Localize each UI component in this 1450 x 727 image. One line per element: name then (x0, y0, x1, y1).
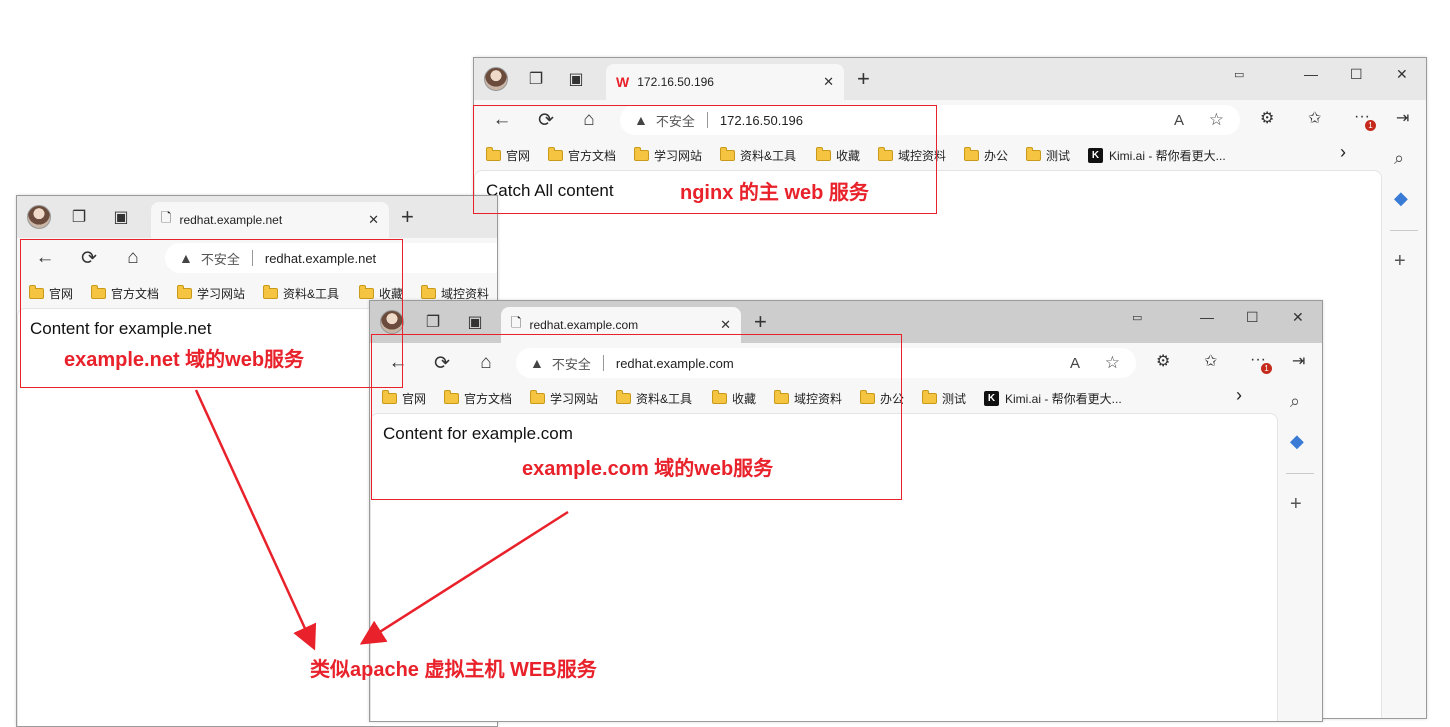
tab-title: redhat.example.net (179, 213, 283, 227)
folder-icon (964, 147, 979, 161)
annotation-apache: 类似apache 虚拟主机 WEB服务 (310, 659, 597, 681)
favorites-icon[interactable]: ✩ (1204, 351, 1217, 371)
split-screen-icon[interactable]: ⇥ (1396, 108, 1409, 128)
chevron-right-icon[interactable]: › (1340, 142, 1346, 163)
profile-avatar[interactable] (27, 205, 51, 229)
bookmark-item[interactable]: 测试 (922, 390, 966, 407)
page-icon: 🗋 (511, 315, 522, 330)
extensions-icon[interactable]: ⚙ (1260, 108, 1274, 128)
extensions-icon[interactable]: ⚙ (1156, 351, 1170, 371)
avatar-icon (27, 205, 51, 229)
vertical-tabs-icon[interactable]: ▣ (463, 310, 487, 334)
window-mode-icon[interactable]: ▭ (1132, 311, 1142, 324)
new-tab-button[interactable]: + (857, 68, 870, 90)
title-bar: ❐ ▣ 🗋 redhat.example.net ✕ + (17, 196, 497, 238)
maximize-button[interactable]: ☐ (1246, 309, 1259, 326)
wps-icon: W (616, 74, 630, 90)
collections-icon[interactable]: ❐ (421, 310, 445, 334)
tab-close-icon[interactable]: ✕ (368, 212, 379, 228)
divider (1286, 473, 1314, 474)
add-icon[interactable]: + (1394, 250, 1406, 273)
window-mode-icon[interactable]: ▭ (1234, 68, 1244, 81)
chevron-right-icon[interactable]: › (1236, 385, 1242, 406)
folder-icon (922, 390, 937, 404)
add-icon[interactable]: + (1290, 493, 1302, 516)
profile-avatar[interactable] (484, 67, 508, 91)
page-icon: 🗋 (161, 210, 172, 225)
vertical-tabs-icon[interactable]: ▣ (109, 205, 133, 229)
tab-active[interactable]: W 172.16.50.196 ✕ (606, 64, 844, 100)
new-tab-button[interactable]: + (754, 311, 767, 333)
tag-icon[interactable]: ◆ (1290, 431, 1304, 452)
notification-badge: 1 (1365, 120, 1376, 131)
folder-icon (421, 285, 436, 299)
kimi-icon: K (984, 391, 999, 406)
favorite-star-icon[interactable]: ☆ (1105, 353, 1120, 373)
minimize-button[interactable]: — (1200, 309, 1214, 325)
tab-active[interactable]: 🗋 redhat.example.net ✕ (151, 202, 389, 238)
search-icon[interactable]: ⌕ (1394, 148, 1404, 169)
close-window-button[interactable]: ✕ (1292, 309, 1304, 326)
bookmark-item-kimi[interactable]: K Kimi.ai - 帮你看更大... (984, 390, 1122, 407)
split-screen-icon[interactable]: ⇥ (1292, 351, 1305, 371)
annotation-com: example.com 域的web服务 (522, 458, 774, 480)
minimize-button[interactable]: — (1304, 66, 1318, 82)
favorite-star-icon[interactable]: ☆ (1209, 110, 1224, 130)
bookmark-item[interactable]: 测试 (1026, 147, 1070, 164)
tag-icon[interactable]: ◆ (1394, 188, 1408, 209)
bookmark-item-kimi[interactable]: K Kimi.ai - 帮你看更大... (1088, 147, 1226, 164)
search-icon[interactable]: ⌕ (1290, 391, 1300, 412)
tab-close-icon[interactable]: ✕ (720, 317, 731, 333)
kimi-icon: K (1088, 148, 1103, 163)
side-panel: ⌕ ◆ + (1278, 383, 1322, 721)
tab-close-icon[interactable]: ✕ (823, 74, 834, 90)
annotation-net: example.net 域的web服务 (64, 349, 305, 371)
tab-title: redhat.example.com (529, 318, 639, 332)
read-aloud-icon[interactable]: A (1174, 112, 1184, 129)
notification-badge: 1 (1261, 363, 1272, 374)
read-aloud-icon[interactable]: A (1070, 355, 1080, 372)
side-panel: ⌕ ◆ + (1382, 140, 1426, 718)
favorites-icon[interactable]: ✩ (1308, 108, 1321, 128)
bookmark-item[interactable]: 办公 (964, 147, 1008, 164)
maximize-button[interactable]: ☐ (1350, 66, 1363, 83)
tab-title: 172.16.50.196 (637, 75, 714, 89)
collections-icon[interactable]: ❐ (67, 205, 91, 229)
close-window-button[interactable]: ✕ (1396, 66, 1408, 83)
divider (1390, 230, 1418, 231)
collections-icon[interactable]: ❐ (524, 67, 548, 91)
title-bar: ❐ ▣ W 172.16.50.196 ✕ + ▭ — ☐ ✕ (474, 58, 1426, 100)
folder-icon (1026, 147, 1041, 161)
annotation-nginx: nginx 的主 web 服务 (680, 182, 869, 204)
new-tab-button[interactable]: + (401, 206, 414, 228)
vertical-tabs-icon[interactable]: ▣ (564, 67, 588, 91)
avatar-icon (484, 67, 508, 91)
